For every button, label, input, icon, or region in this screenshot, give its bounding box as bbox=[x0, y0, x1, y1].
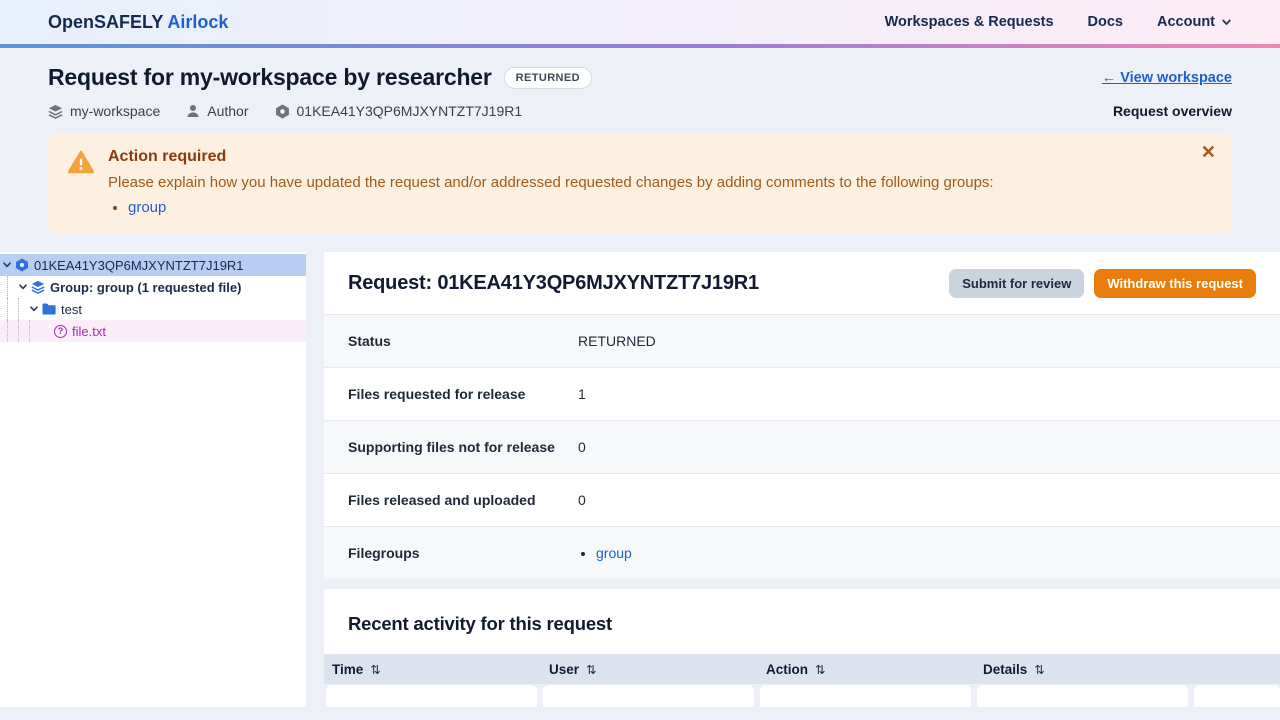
tree-item-folder-test[interactable]: test bbox=[0, 298, 306, 320]
nav-links: Workspaces & Requests Docs Account bbox=[885, 14, 1232, 30]
page-title: Request for my-workspace by researcher bbox=[48, 64, 492, 90]
chevron-down-icon bbox=[29, 304, 39, 314]
question-icon: ? bbox=[54, 324, 67, 338]
folder-icon bbox=[42, 303, 56, 315]
column-header-action[interactable]: Action ⇅ bbox=[758, 662, 975, 677]
account-menu[interactable]: Account bbox=[1157, 14, 1232, 30]
nav-docs[interactable]: Docs bbox=[1088, 14, 1123, 30]
tree-guide bbox=[7, 276, 18, 298]
chevron-down-icon bbox=[18, 282, 28, 292]
detail-label: Status bbox=[348, 333, 391, 349]
sort-icon: ⇅ bbox=[815, 662, 826, 677]
detail-value: 0 bbox=[578, 439, 586, 455]
column-label: User bbox=[549, 661, 580, 677]
status-badge: RETURNED bbox=[503, 66, 592, 89]
tree-guide bbox=[18, 320, 29, 342]
detail-value: 0 bbox=[578, 492, 586, 508]
page-header: Request for my-workspace by researcher R… bbox=[0, 48, 1280, 119]
tree-item-label: test bbox=[61, 301, 82, 317]
tree-guide bbox=[29, 320, 40, 342]
request-card: Request: 01KEA41Y3QP6MJXYNTZT7J19R1 Subm… bbox=[324, 252, 1280, 579]
nav-workspaces-requests[interactable]: Workspaces & Requests bbox=[885, 14, 1054, 30]
meta-author-label: Author bbox=[207, 103, 249, 119]
column-label: Time bbox=[332, 661, 364, 677]
table-cell bbox=[977, 685, 1188, 707]
cube-icon bbox=[275, 104, 290, 119]
view-workspace-link[interactable]: ← View workspace bbox=[1102, 70, 1232, 86]
request-overview-link[interactable]: Request overview bbox=[1113, 103, 1232, 119]
activity-card: Recent activity for this request Time ⇅ … bbox=[324, 589, 1280, 707]
brand-logo[interactable]: OpenSAFELY Airlock bbox=[48, 12, 228, 33]
brand-secondary: Airlock bbox=[167, 11, 229, 32]
alert-title: Action required bbox=[108, 148, 227, 165]
detail-label: Supporting files not for release bbox=[348, 439, 555, 455]
chevron-down-icon bbox=[1222, 19, 1231, 25]
tree-item-file-txt[interactable]: ? file.txt bbox=[0, 320, 306, 342]
tree-item-label: file.txt bbox=[72, 323, 106, 339]
detail-value: 1 bbox=[578, 386, 586, 402]
group-link[interactable]: group bbox=[128, 199, 166, 216]
tree-guide bbox=[7, 298, 18, 320]
detail-row-filegroups: Filegroups group bbox=[324, 526, 1280, 579]
tree-guide bbox=[18, 298, 29, 320]
activity-table-body bbox=[324, 684, 1280, 707]
tree-item-label: Group: group (1 requested file) bbox=[50, 279, 242, 295]
detail-row-files-requested: Files requested for release 1 bbox=[324, 367, 1280, 420]
detail-row-supporting-files: Supporting files not for release 0 bbox=[324, 420, 1280, 473]
detail-value: group bbox=[578, 545, 632, 561]
warning-icon bbox=[67, 150, 95, 218]
tree-item-group[interactable]: Group: group (1 requested file) bbox=[0, 276, 306, 298]
top-navbar: OpenSAFELY Airlock Workspaces & Requests… bbox=[0, 0, 1280, 48]
submit-for-review-button[interactable]: Submit for review bbox=[949, 268, 1085, 298]
layers-icon bbox=[48, 104, 63, 119]
table-cell bbox=[543, 685, 754, 707]
filegroup-link[interactable]: group bbox=[596, 545, 632, 561]
table-cell bbox=[326, 685, 537, 707]
tree-item-request[interactable]: 01KEA41Y3QP6MJXYNTZT7J19R1 bbox=[0, 254, 306, 276]
cube-icon bbox=[15, 258, 29, 272]
table-cell bbox=[760, 685, 971, 707]
detail-label: Files requested for release bbox=[348, 386, 526, 402]
layers-icon bbox=[31, 280, 45, 294]
alert-group-list: group bbox=[128, 197, 994, 218]
sort-icon: ⇅ bbox=[1034, 662, 1045, 677]
sort-icon: ⇅ bbox=[370, 662, 381, 677]
detail-label: Filegroups bbox=[348, 545, 420, 561]
action-required-alert: Action required Please explain how you h… bbox=[48, 133, 1232, 234]
sort-icon: ⇅ bbox=[586, 662, 597, 677]
withdraw-request-button[interactable]: Withdraw this request bbox=[1094, 268, 1256, 298]
column-header-user[interactable]: User ⇅ bbox=[541, 662, 758, 677]
meta-request-id-label: 01KEA41Y3QP6MJXYNTZT7J19R1 bbox=[296, 103, 523, 119]
activity-title: Recent activity for this request bbox=[348, 613, 612, 634]
content-area: 01KEA41Y3QP6MJXYNTZT7J19R1 Group: group … bbox=[0, 252, 1280, 707]
activity-table-header: Time ⇅ User ⇅ Action ⇅ Details ⇅ bbox=[324, 654, 1280, 684]
meta-workspace: my-workspace bbox=[48, 103, 160, 119]
detail-label: Files released and uploaded bbox=[348, 492, 536, 508]
brand-primary: OpenSAFELY bbox=[48, 11, 164, 32]
user-icon bbox=[186, 104, 200, 118]
table-cell bbox=[1194, 685, 1280, 707]
column-label: Details bbox=[983, 661, 1028, 677]
meta-workspace-label: my-workspace bbox=[70, 103, 161, 119]
meta-author: Author bbox=[186, 103, 249, 119]
column-label: Action bbox=[766, 661, 808, 677]
request-title: Request: 01KEA41Y3QP6MJXYNTZT7J19R1 bbox=[348, 271, 759, 294]
main-panel: Request: 01KEA41Y3QP6MJXYNTZT7J19R1 Subm… bbox=[324, 252, 1280, 707]
account-label: Account bbox=[1157, 14, 1215, 30]
column-header-details[interactable]: Details ⇅ bbox=[975, 662, 1192, 677]
tree-guide bbox=[7, 320, 18, 342]
chevron-down-icon bbox=[2, 260, 12, 270]
tree-item-label: 01KEA41Y3QP6MJXYNTZT7J19R1 bbox=[34, 257, 244, 273]
alert-message: Please explain how you have updated the … bbox=[108, 174, 994, 191]
detail-row-status: Status RETURNED bbox=[324, 314, 1280, 367]
detail-value: RETURNED bbox=[578, 333, 656, 349]
column-header-time[interactable]: Time ⇅ bbox=[324, 662, 541, 677]
detail-row-files-released: Files released and uploaded 0 bbox=[324, 473, 1280, 526]
alert-group-item: group bbox=[128, 197, 994, 218]
file-tree-sidebar: 01KEA41Y3QP6MJXYNTZT7J19R1 Group: group … bbox=[0, 252, 306, 707]
meta-request-id: 01KEA41Y3QP6MJXYNTZT7J19R1 bbox=[275, 103, 523, 119]
close-icon[interactable]: ✕ bbox=[1201, 143, 1216, 161]
